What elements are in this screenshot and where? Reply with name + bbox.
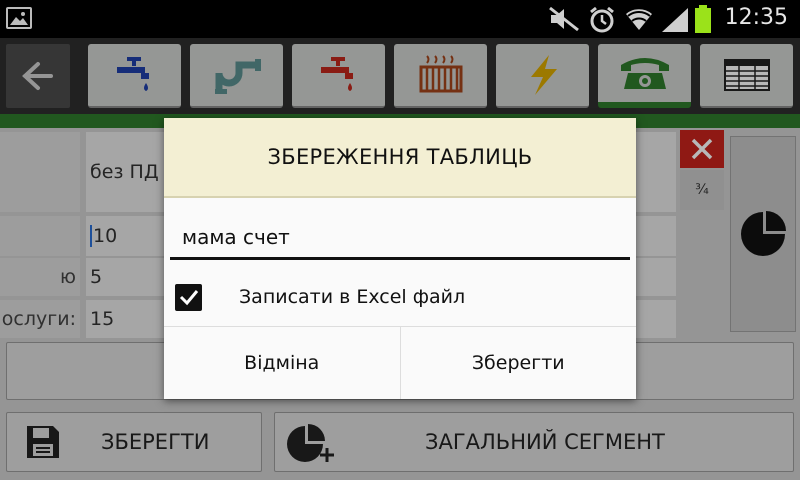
file-name-input[interactable] [170, 216, 630, 260]
app-screen: 12:35 без ПД ¾ 10 ю 5 ослуги: 15 ЗБЕРЕГТ… [0, 0, 800, 480]
excel-checkbox[interactable] [175, 283, 202, 311]
status-bar: 12:35 [0, 0, 800, 38]
gallery-notification-icon [6, 7, 32, 29]
battery-icon [695, 5, 711, 33]
wifi-icon [626, 9, 652, 31]
mute-icon [549, 6, 579, 32]
dialog-title: ЗБЕРЕЖЕННЯ ТАБЛИЦЬ [267, 145, 533, 169]
signal-icon [662, 8, 688, 32]
cancel-button[interactable]: Відміна [164, 327, 400, 399]
alarm-icon [590, 6, 614, 33]
save-tables-dialog: ЗБЕРЕЖЕННЯ ТАБЛИЦЬ Записати в Excel файл… [164, 118, 636, 399]
excel-checkbox-label: Записати в Excel файл [239, 286, 466, 308]
dialog-buttons: Відміна Зберегти [164, 326, 636, 399]
save-button[interactable]: Зберегти [399, 327, 636, 399]
clock: 12:35 [724, 5, 788, 30]
dialog-header: ЗБЕРЕЖЕННЯ ТАБЛИЦЬ [164, 118, 636, 198]
checkmark-icon [179, 290, 198, 306]
excel-checkbox-row[interactable]: Записати в Excel файл [164, 268, 636, 326]
